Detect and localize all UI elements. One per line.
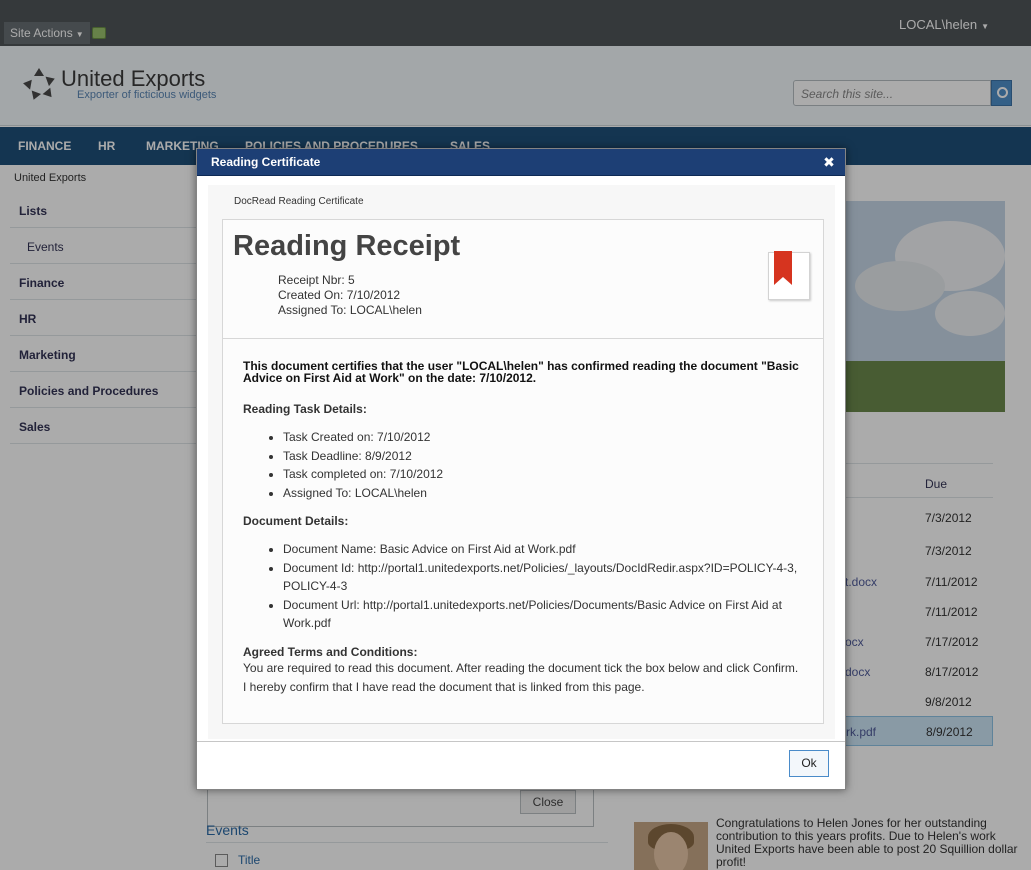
bookmark-document-icon	[768, 251, 810, 300]
terms-heading: Agreed Terms and Conditions:	[243, 644, 418, 659]
receipt-created: Created On: 7/10/2012	[278, 288, 401, 302]
certificate-caption: DocRead Reading Certificate	[234, 196, 364, 207]
list-item: Task Created on: 7/10/2012	[283, 428, 803, 447]
list-item: Document Url: http://portal1.unitedexpor…	[283, 596, 803, 633]
list-item: Assigned To: LOCAL\helen	[283, 484, 803, 503]
certification-statement: This document certifies that the user "L…	[243, 359, 799, 385]
receipt-meta: Receipt Nbr: 5 Created On: 7/10/2012 Ass…	[278, 273, 422, 318]
document-details-heading: Document Details:	[243, 514, 349, 528]
ok-button[interactable]: Ok	[789, 750, 829, 777]
receipt-assigned: Assigned To: LOCAL\helen	[278, 303, 422, 317]
dialog-title: Reading Certificate	[197, 149, 845, 176]
receipt-title: Reading Receipt	[233, 230, 461, 262]
close-icon[interactable]: ✖	[822, 155, 836, 169]
receipt-number: Receipt Nbr: 5	[278, 273, 355, 287]
dialog-body: DocRead Reading Certificate Reading Rece…	[208, 185, 835, 739]
certificate-box: Reading Receipt Receipt Nbr: 5 Created O…	[222, 219, 824, 724]
task-details-heading: Reading Task Details:	[243, 402, 367, 416]
certificate-content: This document certifies that the user "L…	[243, 360, 803, 697]
certificate-header: Reading Receipt Receipt Nbr: 5 Created O…	[223, 220, 823, 339]
terms-text: You are required to read this document. …	[243, 660, 799, 694]
task-details-list: Task Created on: 7/10/2012 Task Deadline…	[283, 428, 803, 502]
dialog-divider	[197, 741, 845, 742]
list-item: Task Deadline: 8/9/2012	[283, 447, 803, 466]
list-item: Document Id: http://portal1.unitedexport…	[283, 559, 803, 596]
reading-certificate-dialog: Reading Certificate ✖ DocRead Reading Ce…	[196, 148, 846, 790]
list-item: Document Name: Basic Advice on First Aid…	[283, 540, 803, 559]
list-item: Task completed on: 7/10/2012	[283, 465, 803, 484]
document-details-list: Document Name: Basic Advice on First Aid…	[283, 540, 803, 633]
